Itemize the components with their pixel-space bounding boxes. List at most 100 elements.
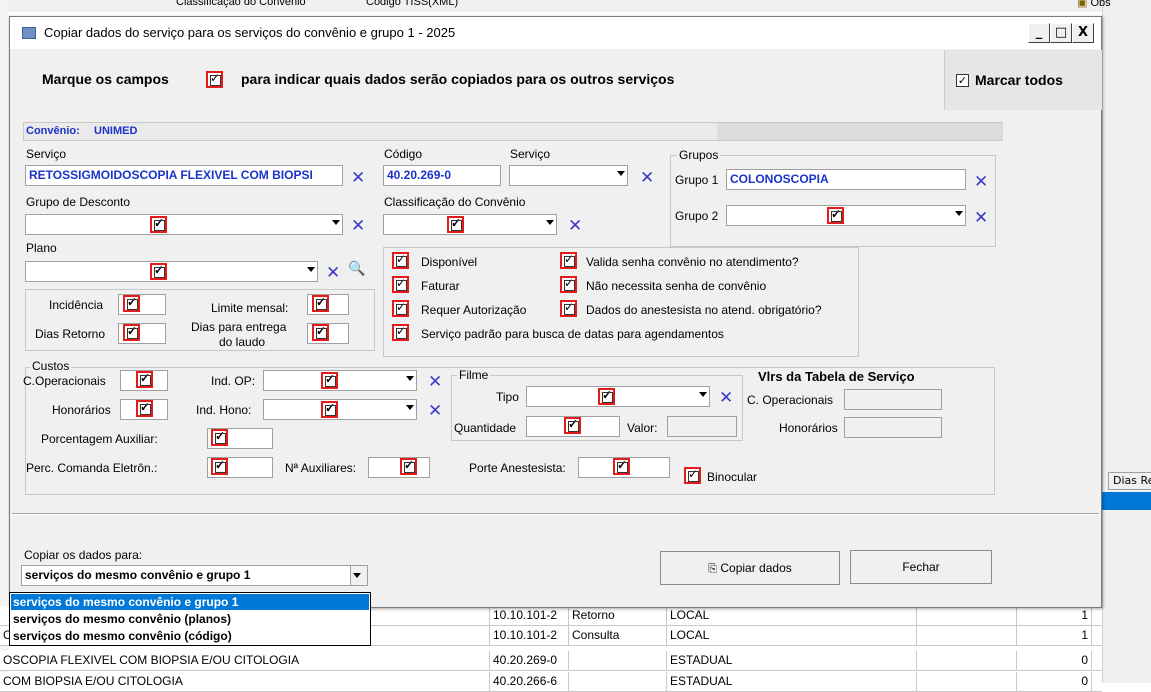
copiar-para-select[interactable]: serviços do mesmo convênio e grupo 1 [21,565,368,586]
ind-op-checkbox[interactable]: ✓ [321,372,338,389]
grupo1-input[interactable]: COLONOSCOPIA [726,169,966,190]
anestesista-label: Dados do anestesista no atend. obrigatór… [586,303,822,317]
ind-hono-select[interactable]: ✓ [263,399,417,420]
bg-obs-label[interactable]: ▣ Obs [1077,0,1111,9]
dropdown-option[interactable]: serviços do mesmo convênio (código) [11,628,369,644]
tipo-checkbox[interactable]: ✓ [598,388,615,405]
classificacao-select[interactable]: ✓ [383,214,557,235]
clear-grupo-desconto-icon[interactable]: ✕ [351,218,365,235]
faturar-checkbox[interactable]: ✓ [392,276,409,293]
ind-hono-checkbox[interactable]: ✓ [321,401,338,418]
clear-ind-op-icon[interactable]: ✕ [428,374,442,391]
obs-icon: ▣ [1077,0,1088,9]
honorarios-label: Honorários [52,403,111,417]
plano-search-icon[interactable]: 🔍 [348,261,365,277]
perc-comanda-checkbox[interactable]: ✓ [211,458,228,475]
c-operacionais-input[interactable]: ✓ [120,370,168,391]
incidencia-label: Incidência [49,298,104,312]
disponivel-checkbox[interactable]: ✓ [392,252,409,269]
grupo-desconto-select[interactable]: ✓ [25,214,343,235]
quantidade-input[interactable]: ✓ [526,416,620,437]
bg-label-tiss: Código TISS(XML) [366,0,459,8]
tipo-label: Tipo [496,390,519,404]
ind-hono-label: Ind. Hono: [196,403,252,417]
n-auxiliares-input[interactable]: ✓ [368,457,430,478]
incidencia-checkbox[interactable]: ✓ [123,295,140,312]
table-row[interactable]: OSCOPIA FLEXIVEL COM BIOPSIA E/OU CITOLO… [0,651,1102,671]
convenio-strip: Convênio: UNIMED [23,122,1003,141]
clear-grupo2-icon[interactable]: ✕ [974,210,988,227]
clear-servico2-icon[interactable]: ✕ [640,170,654,187]
servico-input[interactable]: RETOSSIGMOIDOSCOPIA FLEXIVEL COM BIOPSI [25,165,343,186]
plano-select[interactable]: ✓ [25,261,318,282]
limite-input[interactable]: ✓ [307,294,349,315]
vlrs-hon-input[interactable] [844,417,942,438]
clear-tipo-icon[interactable]: ✕ [719,390,733,407]
nao-necessita-checkbox[interactable]: ✓ [560,276,577,293]
servico2-label: Serviço [510,147,551,161]
valida-checkbox[interactable]: ✓ [560,252,577,269]
clear-grupo1-icon[interactable]: ✕ [974,174,988,191]
anestesista-checkbox[interactable]: ✓ [560,300,577,317]
requer-checkbox[interactable]: ✓ [392,300,409,317]
background-toolbar: Classificação do Convênio Código TISS(XM… [0,0,1151,12]
bg-column-header[interactable]: Dias Ret [1108,472,1151,490]
padrao-label: Serviço padrão para busca de datas para … [421,327,724,341]
ind-op-select[interactable]: ✓ [263,370,417,391]
clear-classificacao-icon[interactable]: ✕ [568,218,582,235]
codigo-input[interactable]: 40.20.269-0 [383,165,501,186]
dropdown-option[interactable]: serviços do mesmo convênio e grupo 1 [11,594,369,610]
grupo2-checkbox[interactable]: ✓ [827,207,844,224]
quantidade-checkbox[interactable]: ✓ [564,417,581,434]
grupo2-select[interactable]: ✓ [726,205,966,226]
servico-select[interactable] [509,165,628,186]
limite-label: Limite mensal: [211,301,289,315]
copy-icon: ⎘ [708,563,718,575]
dias-entrega-checkbox[interactable]: ✓ [312,324,329,341]
app-icon [22,27,36,39]
limite-checkbox[interactable]: ✓ [312,295,329,312]
honorarios-input[interactable]: ✓ [120,399,168,420]
n-auxiliares-checkbox[interactable]: ✓ [400,458,417,475]
honorarios-checkbox[interactable]: ✓ [136,400,153,417]
copiar-para-dropdown-list: serviços do mesmo convênio e grupo 1 ser… [9,592,371,646]
grupo-desconto-checkbox[interactable]: ✓ [150,216,167,233]
close-button[interactable]: X [1072,23,1094,43]
binocular-checkbox[interactable]: ✓ [684,467,701,484]
dias-retorno-input[interactable]: ✓ [118,323,166,344]
grupos-label: Grupos [677,148,721,162]
mark-all-checkbox[interactable]: ✓ [956,74,969,87]
padrao-checkbox[interactable]: ✓ [392,324,409,341]
bg-selected-row[interactable] [1102,492,1151,510]
tipo-select[interactable]: ✓ [526,386,710,407]
incidencia-input[interactable]: ✓ [118,294,166,315]
perc-comanda-input[interactable]: ✓ [207,457,273,478]
copiar-dados-button[interactable]: ⎘ Copiar dados [660,551,840,585]
vlrs-cop-input[interactable] [844,389,942,410]
vlrs-label: Vlrs da Tabela de Serviço [758,369,915,384]
dias-retorno-checkbox[interactable]: ✓ [123,324,140,341]
clear-servico-icon[interactable]: ✕ [351,170,365,187]
porte-checkbox[interactable]: ✓ [613,458,630,475]
mark-all-label[interactable]: Marcar todos [975,72,1063,88]
table-row[interactable]: COM BIOPSIA E/OU CITOLOGIA 40.20.266-6 E… [0,672,1102,692]
clear-ind-hono-icon[interactable]: ✕ [428,403,442,420]
classificacao-checkbox[interactable]: ✓ [447,216,464,233]
c-operacionais-checkbox[interactable]: ✓ [136,371,153,388]
dias-entrega-input[interactable]: ✓ [307,323,349,344]
fechar-button[interactable]: Fechar [850,550,992,584]
dropdown-option[interactable]: serviços do mesmo convênio (planos) [11,611,369,627]
porcentagem-checkbox[interactable]: ✓ [211,429,228,446]
dialog-titlebar[interactable]: Copiar dados do serviço para os serviços… [10,17,1101,49]
porcentagem-input[interactable]: ✓ [207,428,273,449]
binocular-label: Binocular [707,470,758,484]
clear-plano-icon[interactable]: ✕ [326,265,340,282]
valor-input[interactable] [667,416,737,437]
maximize-button[interactable]: □ [1050,23,1072,43]
custos-label: Custos [30,359,72,373]
plano-checkbox[interactable]: ✓ [150,263,167,280]
grupo1-label: Grupo 1 [675,173,719,187]
minimize-button[interactable]: _ [1028,23,1050,43]
bg-label-classificacao: Classificação do Convênio [176,0,306,8]
porte-input[interactable]: ✓ [578,457,670,478]
